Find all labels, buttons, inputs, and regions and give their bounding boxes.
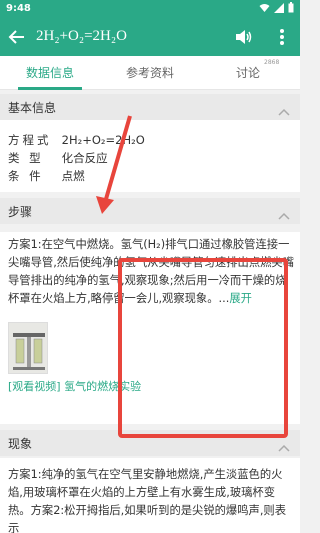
sound-icon[interactable] bbox=[232, 26, 254, 48]
equation-label: 方程式 bbox=[8, 133, 52, 147]
type-label: 类 型 bbox=[8, 151, 44, 165]
chevron-up-icon bbox=[278, 102, 290, 116]
equation-row: 方程式 2H₂+O₂=2H₂O bbox=[8, 132, 145, 148]
status-bar: 9:48 bbox=[0, 0, 300, 18]
tab-data-info[interactable]: 数据信息 bbox=[26, 64, 74, 81]
wifi-icon bbox=[259, 3, 270, 16]
discussion-count-badge: 2868 bbox=[264, 59, 280, 66]
phenomena-card: 方案1:纯净的氢气在空气里安静地燃烧,产生淡蓝色的火焰,用玻璃杯罩在火焰的上方壁… bbox=[0, 458, 300, 533]
back-arrow-icon[interactable] bbox=[6, 26, 28, 48]
basic-info-card: 方程式 2H₂+O₂=2H₂O 类 型 化合反应 条 件 点燃 bbox=[0, 120, 300, 192]
status-time: 9:48 bbox=[6, 3, 31, 14]
more-vert-icon[interactable] bbox=[272, 26, 292, 48]
page-title: 2H₂+O₂=2H₂O bbox=[36, 28, 127, 44]
app-bar: 2H₂+O₂=2H₂O bbox=[0, 18, 300, 56]
video-link-prefix: [观看视频] bbox=[8, 380, 61, 393]
phenomena-text: 方案1:纯净的氢气在空气里安静地燃烧,产生淡蓝色的火焰,用玻璃杯罩在火焰的上方壁… bbox=[8, 468, 287, 533]
condition-value: 点燃 bbox=[61, 169, 85, 183]
basic-info-header[interactable]: 基本信息 bbox=[0, 94, 300, 120]
condition-row: 条 件 点燃 bbox=[8, 168, 85, 184]
steps-header[interactable]: 步骤 bbox=[0, 198, 300, 224]
signal-icon bbox=[274, 2, 284, 16]
tab-bar: 数据信息 参考资料 讨论 2868 bbox=[0, 56, 300, 90]
phenomena-title: 现象 bbox=[8, 437, 33, 451]
tab-discussion-label: 讨论 bbox=[236, 66, 261, 80]
status-icons bbox=[259, 2, 294, 16]
battery-icon bbox=[288, 2, 294, 16]
tab-indicator bbox=[18, 87, 82, 90]
chevron-up-icon bbox=[278, 438, 290, 452]
equation-value: 2H₂+O₂=2H₂O bbox=[61, 133, 145, 147]
chevron-up-icon bbox=[278, 206, 290, 220]
tab-references[interactable]: 参考资料 bbox=[126, 64, 174, 81]
condition-label: 条 件 bbox=[8, 169, 44, 183]
steps-title: 步骤 bbox=[8, 205, 33, 219]
experiment-thumbnail[interactable] bbox=[8, 322, 48, 374]
annotation-highlight-box bbox=[118, 258, 288, 438]
type-value: 化合反应 bbox=[61, 151, 108, 165]
basic-info-title: 基本信息 bbox=[8, 101, 57, 115]
type-row: 类 型 化合反应 bbox=[8, 150, 108, 166]
tab-discussion[interactable]: 讨论 2868 bbox=[236, 59, 279, 81]
